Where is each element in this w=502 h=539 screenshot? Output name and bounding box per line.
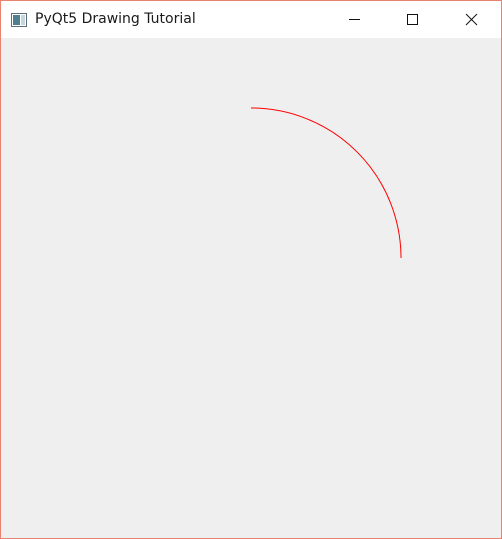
minimize-button[interactable]: [325, 1, 383, 38]
close-button[interactable]: [443, 1, 501, 38]
drawing-surface: [250, 107, 402, 259]
window-app-icon: [11, 12, 27, 27]
red-arc: [250, 107, 402, 259]
app-window: PyQt5 Drawing Tutorial: [0, 0, 502, 539]
close-icon: [465, 13, 478, 26]
minimize-icon: [349, 19, 360, 20]
title-bar[interactable]: PyQt5 Drawing Tutorial: [1, 1, 501, 38]
maximize-button[interactable]: [383, 1, 441, 38]
window-title: PyQt5 Drawing Tutorial: [35, 11, 196, 27]
drawing-canvas: [1, 38, 501, 538]
maximize-icon: [407, 14, 418, 25]
